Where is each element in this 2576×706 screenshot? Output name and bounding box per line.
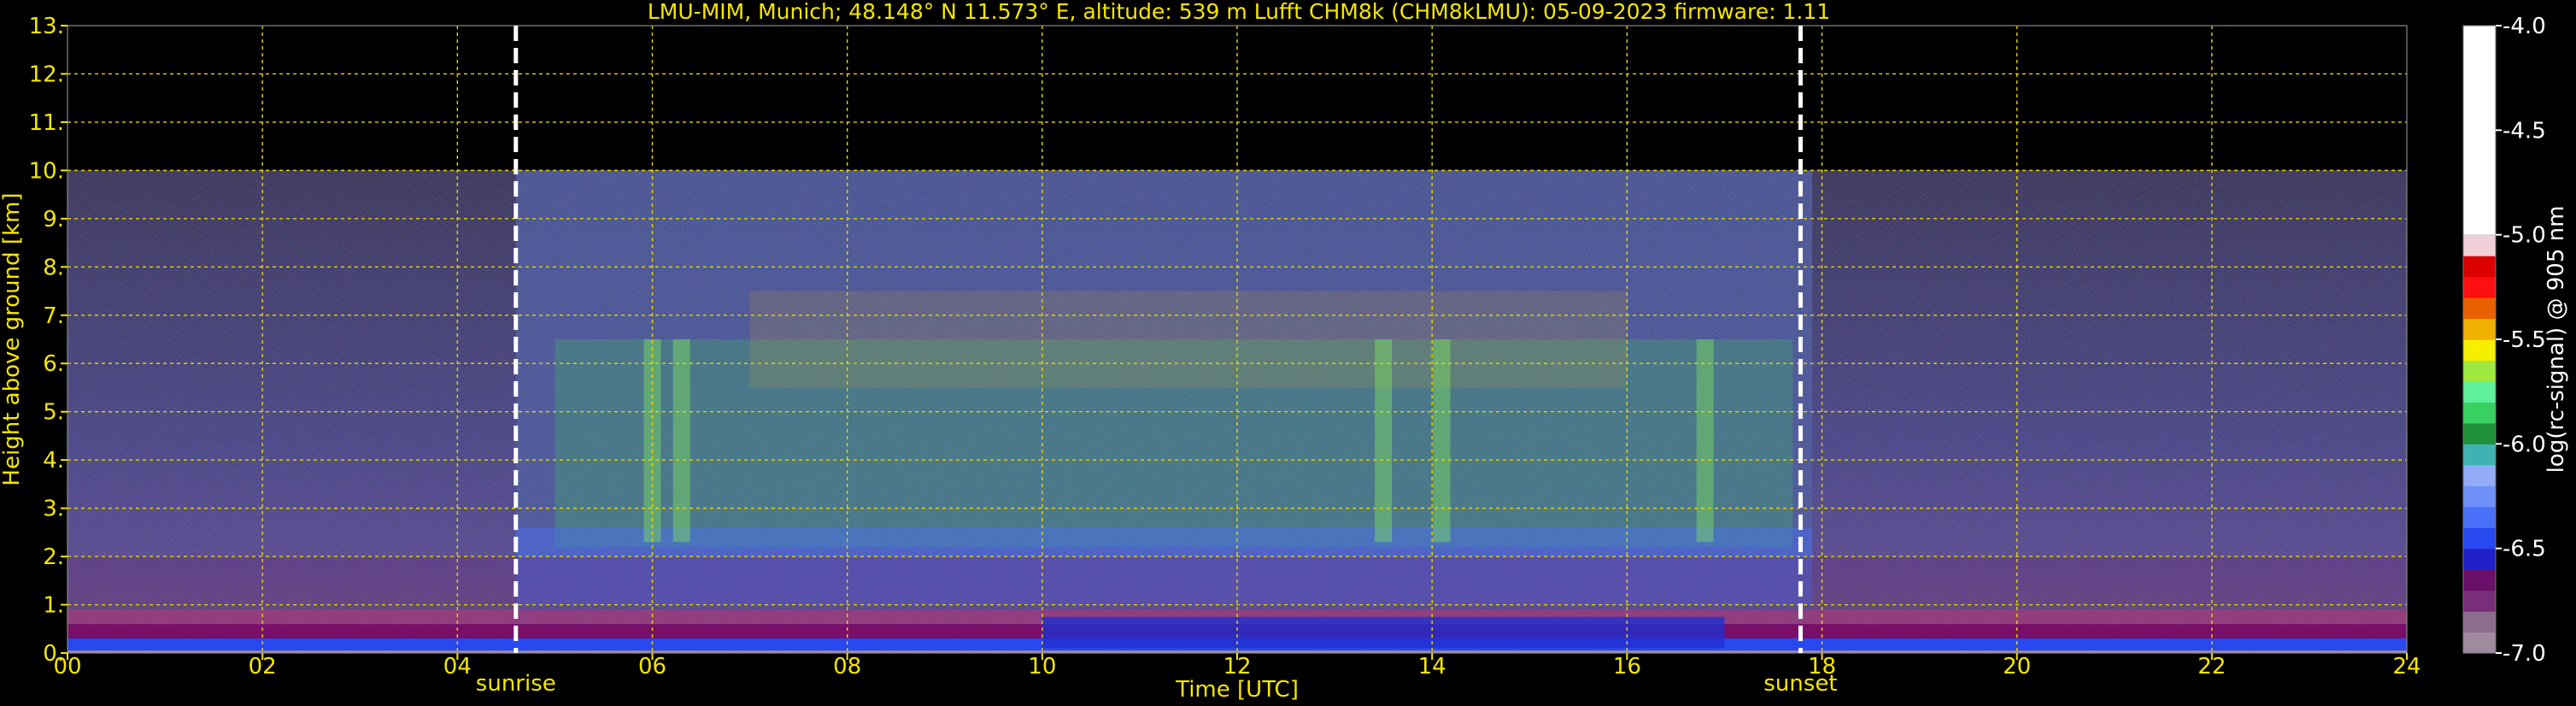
colorbar-tick-label: -7.0 xyxy=(2503,641,2546,667)
y-tick-label: 12. xyxy=(29,62,64,87)
x-tick-label: 10 xyxy=(1028,654,1056,680)
x-tick-label: 24 xyxy=(2392,654,2421,680)
colorbar-step xyxy=(2463,506,2496,528)
chart-title: LMU-MIM, Munich; 48.148° N 11.573° E, al… xyxy=(648,0,1830,24)
colorbar-step xyxy=(2463,234,2496,256)
x-axis-ticks: 00 02 04 06 08 10 12 14 16 18 20 22 24 xyxy=(53,653,2421,680)
y-tick-label: 13. xyxy=(29,14,64,39)
x-tick-label: 20 xyxy=(2003,654,2031,680)
y-tick-label: 7. xyxy=(43,303,64,329)
colorbar-step xyxy=(2463,590,2496,612)
y-tick-label: 1. xyxy=(43,593,64,619)
x-tick-label: 14 xyxy=(1418,654,1446,680)
colorbar-step xyxy=(2463,297,2496,320)
daytime-surface-layer xyxy=(1042,616,1725,649)
cloud-plume xyxy=(1696,339,1714,543)
y-tick-label: 6. xyxy=(43,351,64,377)
y-tick-label: 0. xyxy=(43,641,64,667)
colorbar-step xyxy=(2463,527,2496,550)
ceilometer-chart: LMU-MIM, Munich; 48.148° N 11.573° E, al… xyxy=(0,0,2569,703)
colorbar-step xyxy=(2463,464,2496,486)
colorbar-tick-label: -6.5 xyxy=(2503,537,2546,562)
colorbar-tick-label: -4.5 xyxy=(2503,118,2546,144)
x-tick-label: 08 xyxy=(833,654,861,680)
y-tick-label: 8. xyxy=(43,255,64,280)
colorbar-step xyxy=(2463,632,2496,654)
cloud-plume xyxy=(1375,339,1393,543)
y-tick-label: 4. xyxy=(43,448,64,474)
x-tick-label: 04 xyxy=(443,654,472,680)
colorbar: -4.0 -4.5 -5.0 -5.5 -6.0 -6.5 -7.0 xyxy=(2462,14,2546,667)
y-tick-label: 10. xyxy=(29,158,64,184)
colorbar-step xyxy=(2463,548,2496,570)
x-tick-label: 22 xyxy=(2198,654,2226,680)
colorbar-step xyxy=(2463,256,2496,278)
colorbar-step xyxy=(2463,402,2496,424)
colorbar-step xyxy=(2463,339,2496,362)
colorbar-step xyxy=(2463,444,2496,466)
x-tick-label: 02 xyxy=(249,654,277,680)
x-tick-label: 12 xyxy=(1223,654,1251,680)
y-axis-ticks: 0. 1. 2. 3. 4. 5. 6. 7. 8. 9. 10. 11. 12. 13. xyxy=(29,14,67,667)
colorbar-step-top xyxy=(2463,26,2496,235)
colorbar-step xyxy=(2463,611,2496,633)
colorbar-step xyxy=(2463,318,2496,340)
colorbar-step xyxy=(2463,360,2496,382)
colorbar-step xyxy=(2463,422,2496,444)
colorbar-step xyxy=(2463,485,2496,508)
colorbar-tick-label: -6.0 xyxy=(2503,432,2546,457)
colorbar-tick-label: -4.0 xyxy=(2503,14,2546,39)
colorbar-step xyxy=(2463,380,2496,403)
colorbar-tick-label: -5.0 xyxy=(2503,223,2546,249)
y-tick-label: 5. xyxy=(43,400,64,426)
y-tick-label: 11. xyxy=(29,110,64,136)
x-tick-label: 06 xyxy=(638,654,666,680)
y-tick-label: 3. xyxy=(43,497,64,522)
x-tick-label: 18 xyxy=(1808,654,1836,680)
colorbar-tick-label: -5.5 xyxy=(2503,327,2546,353)
y-tick-label: 2. xyxy=(43,544,64,570)
y-tick-label: 9. xyxy=(43,207,64,232)
cloud-plume xyxy=(1433,339,1451,543)
colorbar-step xyxy=(2463,276,2496,298)
cloud-plume xyxy=(672,339,690,543)
marker-label-sunrise: sunrise xyxy=(476,671,556,697)
colorbar-label: log(rc-signal) @ 905 nm xyxy=(2544,206,2569,474)
colorbar-step xyxy=(2463,569,2496,591)
x-tick-label: 16 xyxy=(1613,654,1641,680)
x-axis-label: Time [UTC] xyxy=(1175,677,1299,703)
y-axis-label: Height above ground [km] xyxy=(0,192,25,485)
